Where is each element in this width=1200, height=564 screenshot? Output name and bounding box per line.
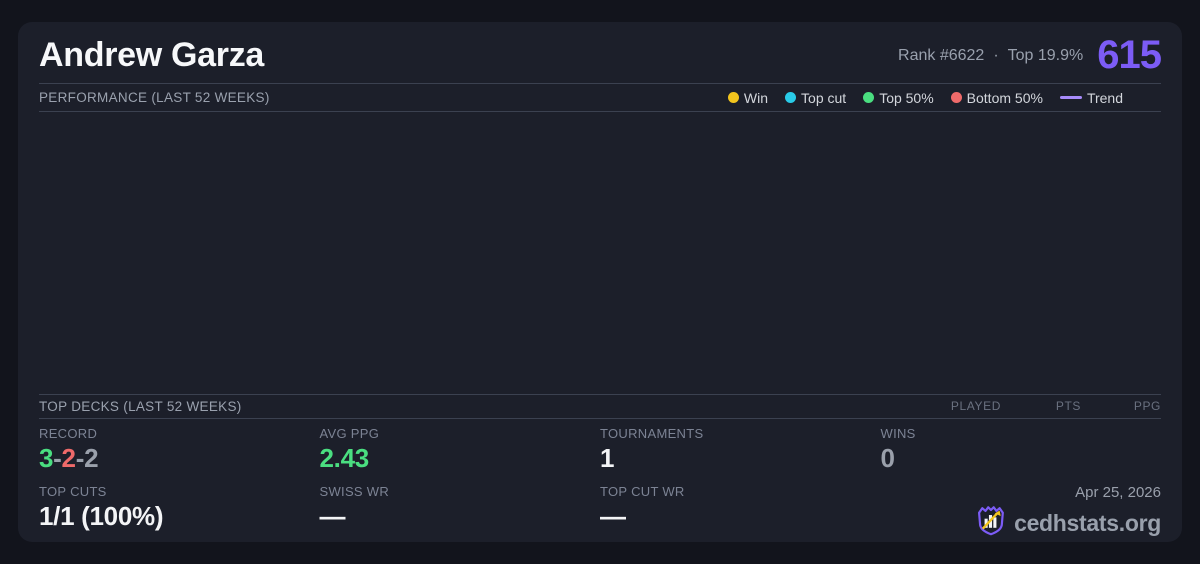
legend-item-top-cut[interactable]: Top cut (785, 90, 846, 106)
top-decks-title: TOP DECKS (LAST 52 WEEKS) (39, 398, 242, 414)
legend-label: Top 50% (879, 89, 934, 106)
record-value: 3-2-2 (39, 444, 320, 473)
legend-label: Trend (1086, 89, 1123, 106)
stat-label: WINS (880, 426, 916, 441)
win-dot-icon (727, 92, 739, 104)
wins-value: 0 (880, 443, 895, 473)
record-dash: - (53, 443, 62, 473)
cedhstats-crest-icon (975, 504, 1006, 542)
stat-swiss-wr: SWISS WR — (320, 484, 601, 542)
performance-title: PERFORMANCE (LAST 52 WEEKS) (39, 90, 270, 106)
date-label: Apr 25, 2026 (1075, 484, 1161, 501)
bottom50-dot-icon (950, 92, 962, 104)
header-right: Rank #6622 · Top 19.9% 615 (898, 33, 1162, 78)
cedhstats-brand[interactable]: cedhstats.org (975, 504, 1161, 542)
legend-item-top50[interactable]: Top 50% (863, 89, 934, 106)
stat-label: TOP CUT WR (600, 484, 685, 499)
stat-record: RECORD 3-2-2 (39, 426, 320, 484)
column-header-ppg: PPG (1133, 399, 1161, 414)
record-draws: 2 (84, 443, 99, 473)
column-header-pts: PTS (1055, 399, 1081, 414)
record-losses: 2 (61, 443, 76, 473)
top-decks-columns: PLAYED PTS PPG (921, 399, 1161, 413)
top50-dot-icon (863, 92, 875, 104)
swiss-wr-value: — (319, 501, 346, 531)
percentile-label: Top 19.9% (1007, 46, 1084, 64)
performance-header-row: PERFORMANCE (LAST 52 WEEKS) Win Top cut … (39, 84, 1161, 111)
site-name: cedhstats.org (1014, 509, 1161, 536)
top-cuts-value: 1/1 (100%) (39, 501, 164, 531)
record-dash: - (75, 443, 85, 473)
top-cut-dot-icon (785, 92, 797, 104)
stat-wins: WINS 0 (881, 426, 1162, 484)
legend-label: Bottom 50% (966, 89, 1043, 106)
stats-grid: RECORD 3-2-2 AVG PPG 2.43 TOURNAMENTS 1 … (39, 419, 1161, 542)
stat-tournaments: TOURNAMENTS 1 (600, 426, 881, 484)
legend-item-bottom50[interactable]: Bottom 50% (950, 89, 1043, 106)
top-decks-header-row: TOP DECKS (LAST 52 WEEKS) PLAYED PTS PPG (39, 395, 1161, 418)
stat-avg-ppg: AVG PPG 2.43 (320, 426, 601, 484)
rank-separator: · (993, 46, 999, 64)
stat-label: AVG PPG (319, 426, 380, 441)
record-wins: 3 (39, 443, 54, 473)
rank-line: Rank #6622 · Top 19.9% (898, 47, 1083, 65)
top-cut-wr-value: — (600, 501, 626, 531)
column-header-played: PLAYED (950, 399, 1001, 414)
tournaments-value: 1 (600, 443, 615, 473)
trend-line-icon (1059, 96, 1082, 100)
stat-label: SWISS WR (319, 484, 390, 499)
player-stats-card: Andrew Garza Rank #6622 · Top 19.9% 615 … (18, 22, 1182, 542)
stat-top-cut-wr: TOP CUT WR — (600, 484, 881, 542)
legend-item-trend[interactable]: Trend (1059, 89, 1123, 106)
chart-legend: Win Top cut Top 50% Bottom 50% Trend (727, 89, 1161, 106)
legend-label: Top cut (801, 89, 847, 106)
card-header: Andrew Garza Rank #6622 · Top 19.9% 615 (39, 22, 1162, 83)
stat-label: TOURNAMENTS (600, 426, 704, 441)
legend-label: Win (743, 89, 769, 106)
performance-chart-area (39, 112, 1161, 394)
stat-label: RECORD (39, 426, 98, 441)
rank-label: Rank #6622 (898, 46, 985, 64)
avg-ppg-value: 2.43 (319, 443, 370, 473)
footer-cell: Apr 25, 2026 cedhstats.org (881, 484, 1161, 542)
elo-score: 615 (1097, 33, 1162, 78)
stat-label: TOP CUTS (39, 484, 107, 499)
legend-item-win[interactable]: Win (727, 89, 769, 106)
player-name: Andrew Garza (39, 36, 265, 75)
stat-top-cuts: TOP CUTS 1/1 (100%) (39, 484, 320, 542)
